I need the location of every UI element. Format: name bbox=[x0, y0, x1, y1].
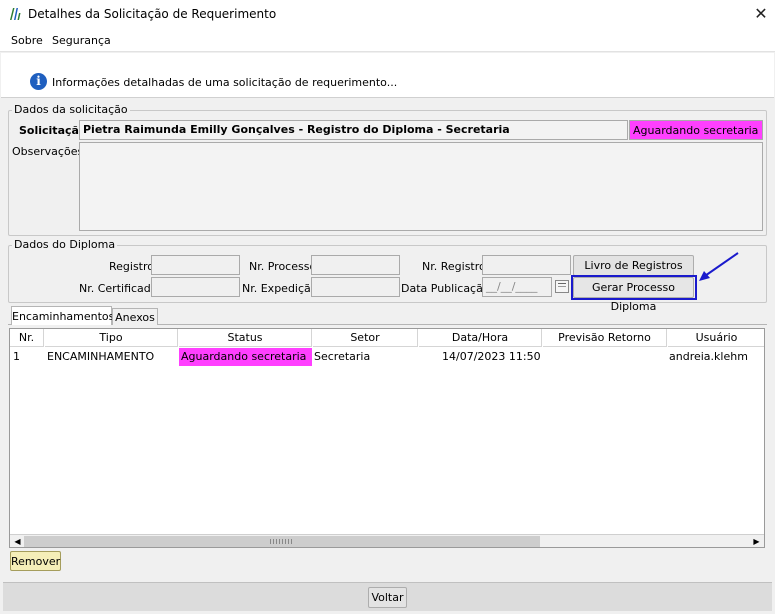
solicitacao-group-label: Dados da solicitação bbox=[12, 103, 130, 116]
cell-tipo: ENCAMINHAMENTO bbox=[47, 350, 155, 363]
tab-anexos[interactable]: Anexos bbox=[112, 308, 158, 325]
remover-button[interactable]: Remover bbox=[10, 551, 61, 571]
nr-certificado-field[interactable] bbox=[151, 277, 240, 297]
scroll-left-icon[interactable]: ◀ bbox=[12, 536, 23, 547]
voltar-button[interactable]: Voltar bbox=[368, 587, 407, 608]
observacoes-label: Observações: bbox=[12, 145, 87, 158]
nr-processo-label: Nr. Processo: bbox=[249, 260, 320, 273]
annotation-arrow-icon bbox=[699, 252, 739, 281]
nr-registro-label: Nr. Registro: bbox=[422, 260, 490, 273]
cell-nr: 1 bbox=[13, 350, 20, 363]
solicitacao-field[interactable]: Pietra Raimunda Emilly Gonçalves - Regis… bbox=[79, 120, 628, 140]
column-header[interactable]: Data/Hora bbox=[419, 329, 542, 347]
app-logo-icon bbox=[10, 8, 21, 20]
column-header[interactable]: Usuário bbox=[668, 329, 764, 347]
livro-registros-button[interactable]: Livro de Registros bbox=[573, 255, 694, 276]
horizontal-scrollbar[interactable]: ◀ ▶ bbox=[10, 534, 764, 547]
close-icon[interactable]: ✕ bbox=[749, 2, 773, 26]
column-header[interactable]: Previsão Retorno bbox=[543, 329, 667, 347]
data-publicacao-field[interactable]: __/__/____ bbox=[482, 277, 552, 297]
cell-data-hora: 14/07/2023 11:50 bbox=[442, 350, 541, 363]
status-badge: Aguardando secretaria bbox=[629, 120, 763, 140]
info-text: Informações detalhadas de uma solicitaçã… bbox=[52, 76, 398, 89]
annotation-highlight-box bbox=[571, 275, 697, 300]
nr-registro-field[interactable] bbox=[482, 255, 571, 275]
scrollbar-thumb[interactable] bbox=[24, 536, 540, 547]
menu-bar: Sobre Segurança bbox=[0, 29, 775, 52]
menu-item-seguranca[interactable]: Segurança bbox=[52, 34, 111, 47]
data-publicacao-label: Data Publicação: bbox=[401, 282, 494, 295]
cell-status: Aguardando secretaria bbox=[179, 348, 312, 366]
registro-field[interactable] bbox=[151, 255, 240, 275]
title-bar: Detalhes da Solicitação de Requerimento … bbox=[0, 0, 775, 29]
nr-processo-field[interactable] bbox=[311, 255, 400, 275]
nr-expedicao-field[interactable] bbox=[311, 277, 400, 297]
column-header[interactable]: Tipo bbox=[45, 329, 178, 347]
observacoes-field[interactable] bbox=[79, 142, 763, 231]
table-row[interactable]: 1 ENCAMINHAMENTO Aguardando secretaria S… bbox=[10, 348, 764, 366]
nr-expedicao-label: Nr. Expedição: bbox=[242, 282, 322, 295]
scroll-right-icon[interactable]: ▶ bbox=[751, 536, 762, 547]
encaminhamentos-table: Nr. Tipo Status Setor Data/Hora Previsão… bbox=[9, 328, 765, 548]
window-title: Detalhes da Solicitação de Requerimento bbox=[28, 7, 277, 21]
diploma-group-label: Dados do Diploma bbox=[12, 238, 118, 251]
column-header[interactable]: Setor bbox=[313, 329, 418, 347]
cell-setor: Secretaria bbox=[314, 350, 371, 363]
column-header[interactable]: Status bbox=[179, 329, 312, 347]
menu-item-sobre[interactable]: Sobre bbox=[11, 34, 43, 47]
column-header[interactable]: Nr. bbox=[10, 329, 44, 347]
tab-encaminhamentos[interactable]: Encaminhamentos bbox=[11, 306, 114, 325]
cell-usuario: andreia.klehm bbox=[669, 350, 748, 363]
info-icon: i bbox=[30, 73, 47, 90]
calendar-icon[interactable] bbox=[555, 280, 569, 293]
nr-certificado-label: Nr. Certificado: bbox=[79, 282, 162, 295]
